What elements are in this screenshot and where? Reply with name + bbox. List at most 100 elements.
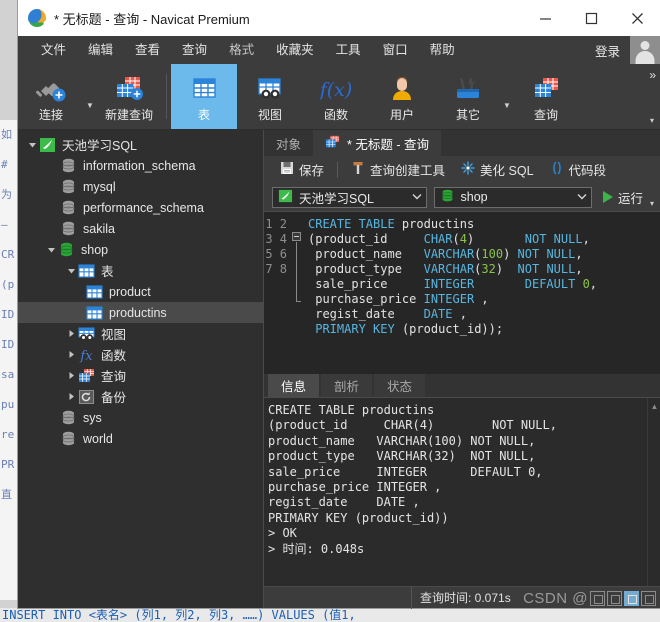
message-output-text: CREATE TABLE productins (product_id CHAR… — [268, 403, 557, 556]
tree-item-world[interactable]: world — [18, 428, 263, 449]
results-panel: 信息 剖析 状态 CREATE TABLE productins (produc… — [264, 374, 660, 586]
sql-token: VARCHAR — [423, 262, 475, 276]
application-root: 如 # 为 — CR (p ID ID sa pu re PR 直 INSERT… — [0, 0, 660, 622]
tab-objects[interactable]: 对象 — [264, 130, 313, 156]
query-builder-label: 查询创建工具 — [370, 164, 446, 178]
tree-item-mysql[interactable]: mysql — [18, 176, 263, 197]
database-select[interactable]: shop — [433, 186, 592, 208]
ribbon-connection-button[interactable]: 连接 — [18, 64, 84, 129]
other-dropdown-caret-icon[interactable]: ▼ — [501, 64, 513, 129]
twisty-closed-icon[interactable] — [65, 344, 78, 365]
connection-icon — [278, 189, 293, 206]
twisty-open-icon[interactable] — [45, 239, 58, 260]
save-button[interactable]: 保存 — [272, 160, 332, 179]
tree-item-sakila[interactable]: sakila — [18, 218, 263, 239]
tab-status[interactable]: 状态 — [374, 374, 426, 397]
menu-item-query[interactable]: 查询 — [171, 36, 218, 64]
tree-item-backups-folder[interactable]: 备份 — [18, 386, 263, 407]
tree-item-views-folder[interactable]: 视图 — [18, 323, 263, 344]
twisty-closed-icon[interactable] — [65, 323, 78, 344]
ribbon-user-button[interactable]: 用户 — [369, 64, 435, 129]
ribbon-expand-icon[interactable]: ▾ — [650, 116, 654, 125]
tree-label: 查询 — [101, 370, 127, 384]
menu-item-file[interactable]: 文件 — [30, 36, 77, 64]
watermark-glyph — [624, 590, 639, 606]
ribbon-view-label: 视图 — [257, 107, 282, 122]
tree-item-queries-folder[interactable]: 查询 — [18, 365, 263, 386]
connection-dropdown-caret-icon[interactable]: ▼ — [84, 64, 96, 129]
save-label: 保存 — [299, 164, 325, 178]
tab-profile[interactable]: 剖析 — [321, 374, 373, 397]
minimize-icon[interactable] — [522, 0, 568, 36]
backup-icon — [78, 389, 95, 405]
object-tree-sidebar[interactable]: 天池学习SQL information_schema mysql perform… — [18, 130, 264, 608]
ribbon-view-button[interactable]: 视图 — [237, 64, 303, 129]
status-bar: 查询时间: 0.071s CSDN @ — [264, 586, 660, 609]
menu-item-tools[interactable]: 工具 — [325, 36, 372, 64]
results-scrollbar[interactable]: ▲ — [647, 398, 660, 586]
window-controls — [522, 0, 660, 36]
login-link[interactable]: 登录 — [585, 41, 630, 60]
background-window-bottom: INSERT INTO <表名> (列1, 列2, 列3, ……) VALUES… — [0, 608, 660, 622]
fold-collapse-icon[interactable] — [292, 232, 301, 241]
tree-item-sys[interactable]: sys — [18, 407, 263, 428]
ribbon-overflow-icon[interactable]: » — [649, 68, 656, 82]
snippet-button[interactable]: 代码段 — [542, 160, 615, 179]
chevron-down-icon[interactable] — [573, 192, 587, 202]
query-builder-button[interactable]: 查询创建工具 — [343, 160, 453, 179]
tree-item-tables-folder[interactable]: 表 — [18, 260, 263, 281]
menu-item-help[interactable]: 帮助 — [419, 36, 466, 64]
user-avatar-icon[interactable] — [630, 36, 660, 64]
menu-item-window[interactable]: 窗口 — [372, 36, 419, 64]
chevron-down-icon[interactable] — [408, 192, 422, 202]
sql-token: sale_price — [308, 277, 424, 291]
run-dropdown-caret-icon[interactable]: ▾ — [650, 199, 654, 211]
maximize-icon[interactable] — [568, 0, 614, 36]
table-icon — [86, 284, 103, 300]
tree-item-performance-schema[interactable]: performance_schema — [18, 197, 263, 218]
twisty-closed-icon[interactable] — [65, 365, 78, 386]
sql-editor[interactable]: 1 2 3 4 5 6 7 8 CREATE TABLE productins … — [264, 211, 660, 374]
tree-item-functions-folder[interactable]: fx 函数 — [18, 344, 263, 365]
snippet-label: 代码段 — [568, 164, 607, 178]
run-button[interactable]: 运行 — [599, 188, 643, 207]
tree-label: productins — [109, 305, 167, 320]
results-body[interactable]: CREATE TABLE productins (product_id CHAR… — [264, 397, 660, 586]
tree-item-information-schema[interactable]: information_schema — [18, 155, 263, 176]
tree-item-table-product[interactable]: product — [18, 281, 263, 302]
query-toolbar: 保存 查询创建工具 美化 SQL 代码段 — [264, 156, 660, 183]
twisty-closed-icon[interactable] — [65, 386, 78, 407]
sql-code-text[interactable]: CREATE TABLE productins (product_id CHAR… — [304, 212, 660, 374]
query-tab-icon — [325, 135, 342, 151]
database-open-icon — [58, 242, 75, 258]
svg-text:fx: fx — [79, 349, 93, 363]
ribbon-function-button[interactable]: f(x) 函数 — [303, 64, 369, 129]
menu-item-favorites[interactable]: 收藏夹 — [265, 36, 325, 64]
tree-label: product — [109, 284, 151, 299]
menu-item-view[interactable]: 查看 — [124, 36, 171, 64]
menu-item-format[interactable]: 格式 — [218, 36, 265, 64]
sql-token: ) — [466, 232, 525, 246]
close-icon[interactable] — [614, 0, 660, 36]
beautify-sql-button[interactable]: 美化 SQL — [453, 160, 542, 179]
tab-message[interactable]: 信息 — [268, 374, 320, 397]
tree-item-table-productins[interactable]: productins — [18, 302, 263, 323]
ribbon-table-button[interactable]: 表 — [171, 64, 237, 129]
sql-token: , — [575, 262, 583, 276]
menu-item-edit[interactable]: 编辑 — [77, 36, 124, 64]
tree-item-connection[interactable]: 天池学习SQL — [18, 134, 263, 155]
sql-token: 32 — [481, 262, 496, 276]
function-fx-icon: f(x) — [320, 73, 352, 103]
ribbon-connection-label: 连接 — [38, 107, 63, 122]
code-folding-gutter[interactable] — [290, 212, 304, 374]
twisty-open-icon[interactable] — [65, 260, 78, 281]
connection-select[interactable]: 天池学习SQL — [272, 186, 427, 208]
ribbon-query-button[interactable]: 查询 — [513, 64, 579, 129]
ribbon-other-button[interactable]: 其它 — [435, 64, 501, 129]
twisty-open-icon[interactable] — [26, 134, 39, 155]
tab-query-untitled[interactable]: * 无标题 - 查询 — [313, 130, 441, 156]
sql-token: 100 — [481, 247, 504, 261]
tree-item-shop[interactable]: shop — [18, 239, 263, 260]
ribbon-new-query-button[interactable]: 新建查询 — [96, 64, 162, 129]
scroll-up-arrow-icon[interactable]: ▲ — [648, 400, 660, 412]
